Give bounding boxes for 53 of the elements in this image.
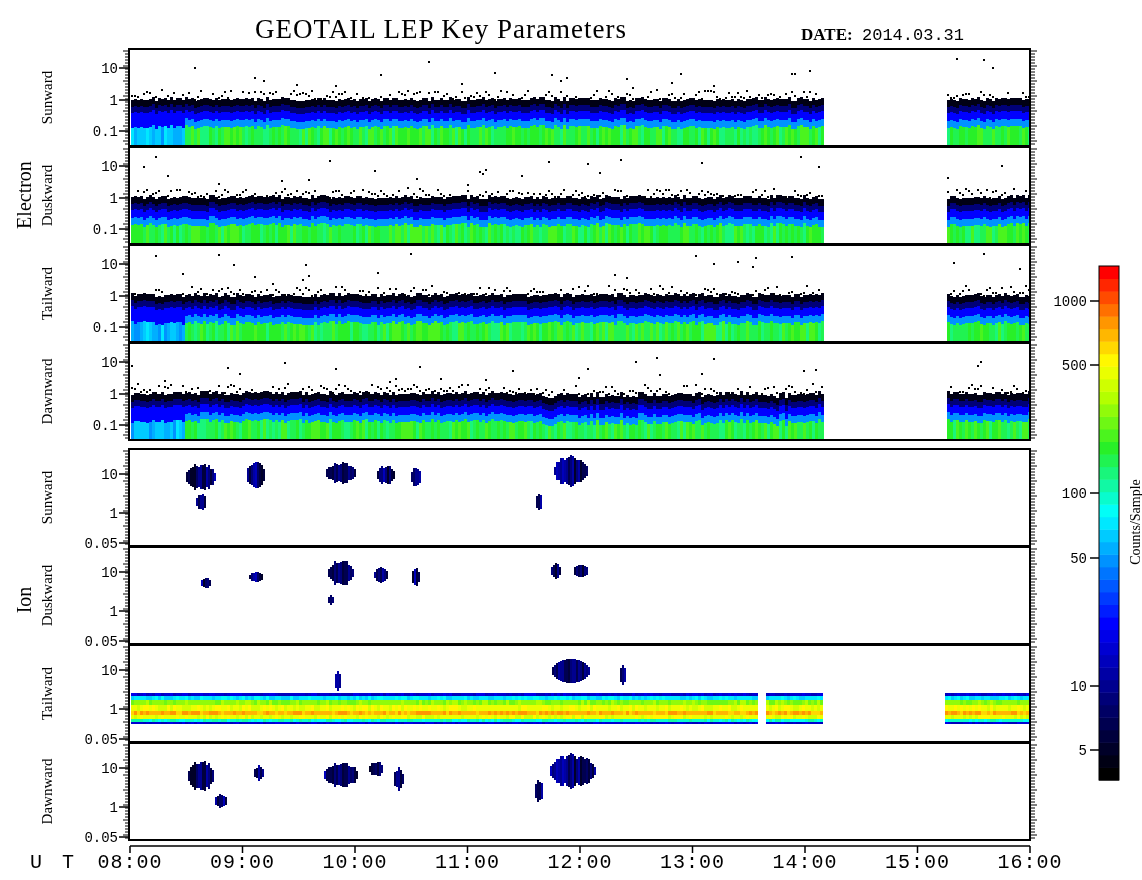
y-tick-label: 0.1 bbox=[92, 418, 118, 434]
colorbar-tick-label: 1000 bbox=[1053, 294, 1087, 310]
y-tick-label: 10 bbox=[101, 355, 118, 371]
y-tick-label: 10 bbox=[101, 663, 118, 679]
y-tick-label: 0.05 bbox=[84, 634, 118, 650]
x-tick-label: 14:00 bbox=[772, 851, 838, 874]
y-tick-label: 0.05 bbox=[84, 732, 118, 748]
panel-label: Dawnward bbox=[39, 758, 55, 825]
y-tick-label: 10 bbox=[101, 159, 118, 175]
x-tick-label: 09:00 bbox=[210, 851, 275, 874]
y-tick-label: 10 bbox=[101, 761, 118, 777]
colorbar-tick-label: 50 bbox=[1070, 551, 1087, 567]
y-tick-label: 10 bbox=[101, 467, 118, 483]
x-tick-label: 10:00 bbox=[322, 851, 388, 874]
y-tick-label: 0.05 bbox=[84, 536, 118, 552]
y-tick-label: 1 bbox=[109, 387, 118, 403]
y-tick-label: 1 bbox=[109, 93, 118, 109]
y-tick-label: 0.1 bbox=[92, 320, 118, 336]
x-tick-label: 15:00 bbox=[885, 851, 950, 874]
y-tick-label: 1 bbox=[109, 604, 118, 620]
colorbar-tick-label: 5 bbox=[1078, 743, 1087, 759]
x-tick-label: 11:00 bbox=[435, 851, 500, 874]
y-tick-label: 1 bbox=[109, 506, 118, 522]
panel-label: Tailward bbox=[39, 266, 55, 321]
panel-label: Duskward bbox=[39, 164, 55, 227]
y-tick-label: 10 bbox=[101, 61, 118, 77]
y-tick-label: 10 bbox=[101, 565, 118, 581]
colorbar-tick-label: 100 bbox=[1061, 486, 1087, 502]
y-tick-label: 0.1 bbox=[92, 124, 118, 140]
panel-label: Dawnward bbox=[39, 358, 55, 425]
colorbar-tick-label: 10 bbox=[1070, 679, 1087, 695]
y-tick-label: 1 bbox=[109, 289, 118, 305]
x-tick-label: 13:00 bbox=[660, 851, 725, 874]
colorbar-tick-label: 500 bbox=[1061, 358, 1087, 374]
date-value: 2014.03.31 bbox=[862, 26, 965, 45]
y-tick-label: 1 bbox=[109, 800, 118, 816]
panel-label: Tailward bbox=[39, 666, 55, 721]
date-label: DATE: bbox=[801, 25, 853, 44]
group-label: Ion bbox=[13, 586, 35, 614]
y-tick-label: 0.1 bbox=[92, 222, 118, 238]
group-label: Electron bbox=[13, 161, 35, 229]
panel-label: Sunward bbox=[39, 470, 55, 525]
panel-label: Duskward bbox=[39, 564, 55, 627]
x-tick-label: 08:00 bbox=[97, 851, 163, 874]
y-tick-label: 10 bbox=[101, 257, 118, 273]
x-tick-label: 12:00 bbox=[547, 851, 613, 874]
x-axis-label: U T bbox=[30, 851, 75, 874]
plot-title: GEOTAIL LEP Key Parameters bbox=[255, 14, 627, 44]
x-tick-label: 16:00 bbox=[997, 851, 1063, 874]
y-tick-label: 1 bbox=[109, 191, 118, 207]
y-tick-label: 1 bbox=[109, 702, 118, 718]
panel-label: Sunward bbox=[39, 70, 55, 125]
y-tick-label: 0.05 bbox=[84, 830, 118, 846]
